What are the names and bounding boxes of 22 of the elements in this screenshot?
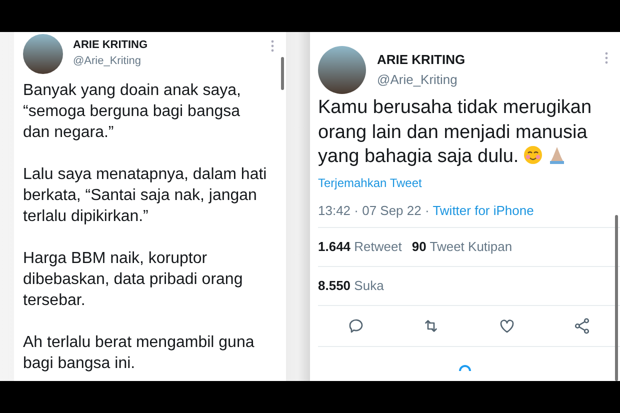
tweet-timestamp: 13:42 · 07 Sep 22 · bbox=[318, 202, 430, 218]
stat-count[interactable]: 1.644 Retweet bbox=[318, 238, 402, 254]
scrollbar[interactable] bbox=[615, 215, 618, 381]
share-icon[interactable] bbox=[573, 316, 592, 334]
stat-count[interactable]: 90 Tweet Kutipan bbox=[412, 238, 512, 254]
scrollbar[interactable] bbox=[281, 57, 284, 90]
user-handle: @Arie_Kriting bbox=[73, 55, 142, 67]
tweet-text: Banyak yang doain anak saya, “semoga berguna bagi bangsa dan negara.” bbox=[23, 81, 242, 143]
tweet-text: Kamu berusaha tidak merugikan orang lain dan menjadi manusia yang bahagia saja dulu. bbox=[318, 96, 593, 169]
tweet-text: Ah terlalu berat mengambil guna bagi bangsa ini. bbox=[23, 333, 256, 374]
tweet-text: Harga BBM naik, koruptor dibebaskan, data pribadi orang tersebar. bbox=[23, 249, 244, 311]
like-count[interactable]: 8.550 Suka bbox=[318, 278, 384, 292]
avatar[interactable] bbox=[318, 46, 366, 94]
avatar[interactable] bbox=[23, 34, 63, 74]
tweet-text: Lalu saya menatapnya, dalam hati berkata, “Santai saja nak, jangan terlalu dipikirkan.” bbox=[23, 165, 268, 227]
user-handle: @Arie_Kriting bbox=[377, 72, 458, 87]
loading-spinner-icon bbox=[459, 364, 471, 372]
user-name[interactable]: ARIE KRITING bbox=[377, 52, 466, 67]
smiling-face-icon bbox=[522, 145, 543, 165]
reply-icon[interactable] bbox=[346, 316, 365, 334]
user-name[interactable]: ARIE KRITING bbox=[73, 39, 148, 51]
heart-icon[interactable] bbox=[498, 316, 516, 334]
